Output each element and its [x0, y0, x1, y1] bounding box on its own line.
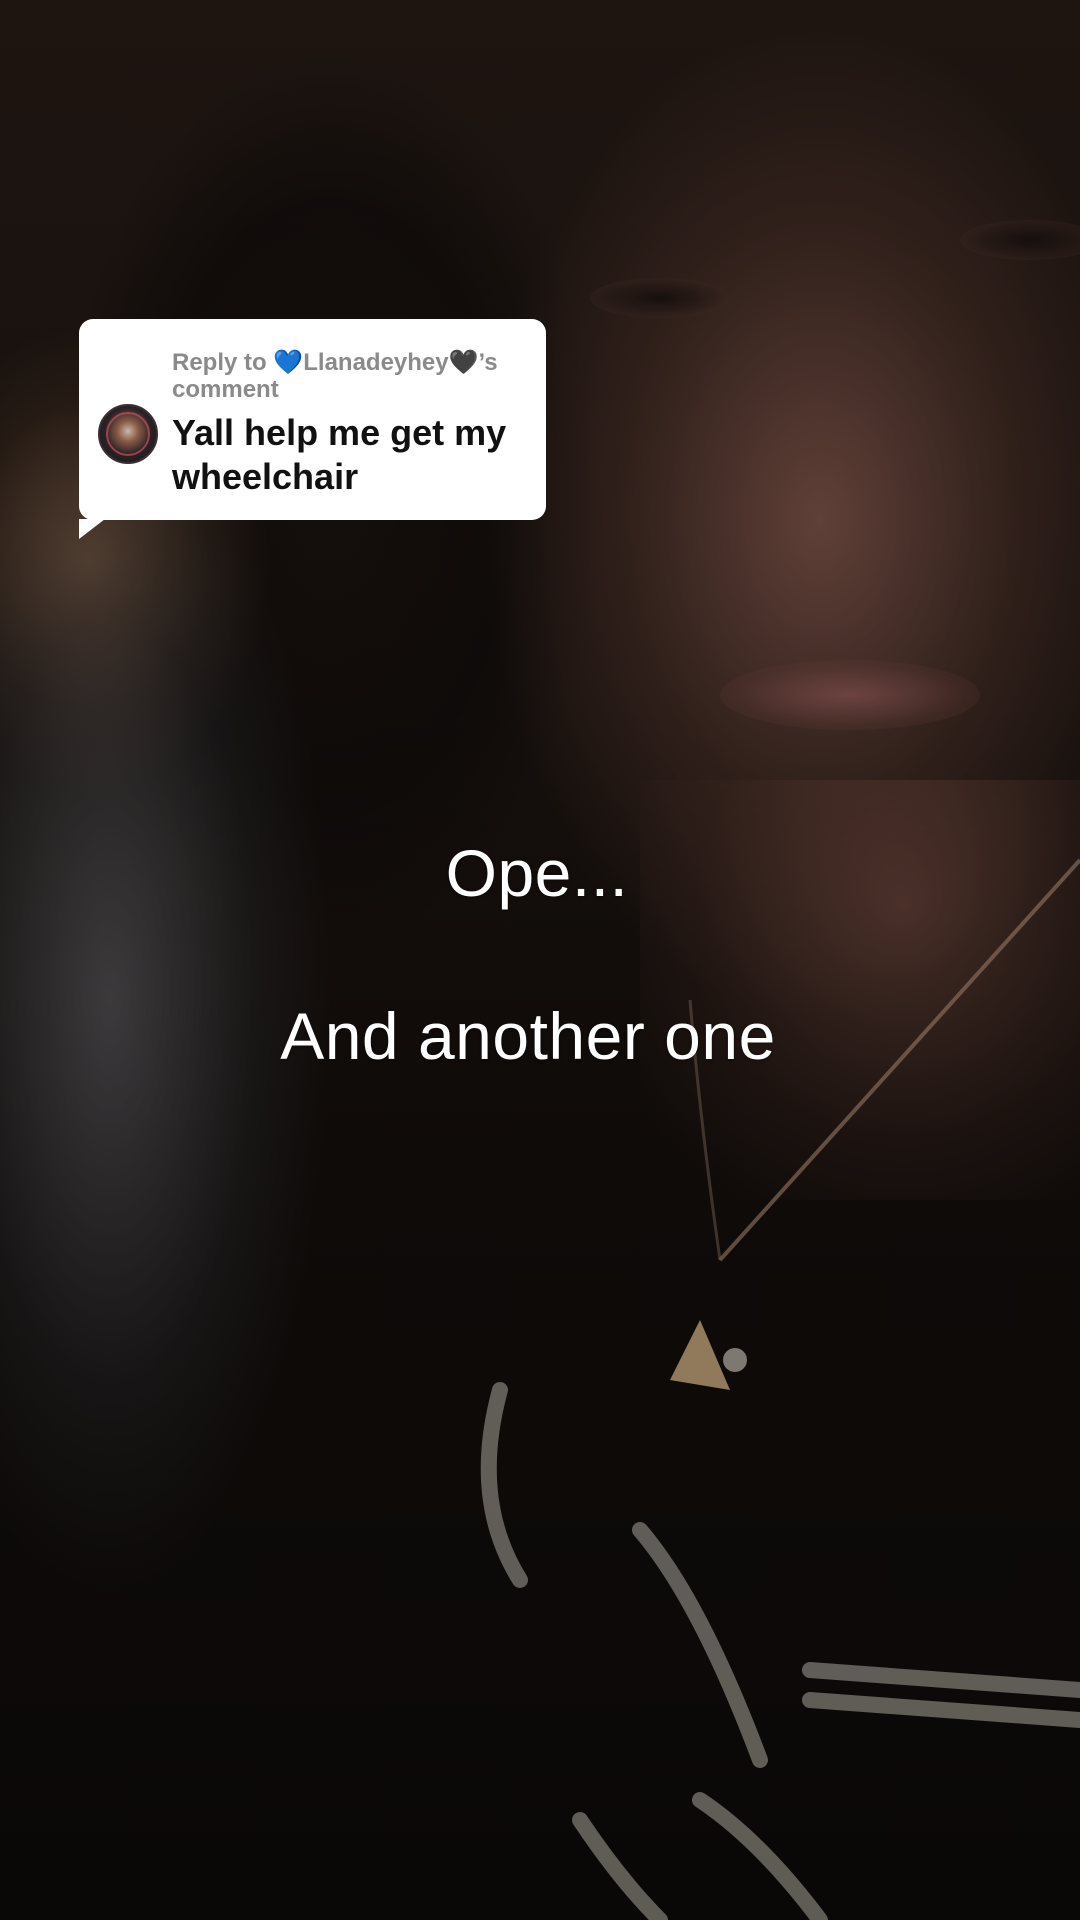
reply-to-label: Reply to 💙Llanadeyhey🖤’s comment [172, 349, 522, 403]
caption-line-2: And another one [280, 999, 776, 1073]
profile-avatar-icon[interactable] [98, 404, 158, 464]
black-heart-icon: 🖤 [448, 349, 479, 376]
avatar-ring [106, 412, 150, 456]
reply-comment-sticker[interactable]: Reply to 💙Llanadeyhey🖤’s comment Yall he… [79, 319, 546, 539]
speech-bubble-tail [79, 519, 105, 539]
reply-username[interactable]: Llanadeyhey [303, 349, 448, 376]
caption-line-1: Ope... [445, 836, 629, 910]
video-background-detail [720, 660, 980, 730]
video-frame[interactable]: Reply to 💙Llanadeyhey🖤’s comment Yall he… [0, 0, 1080, 1920]
reply-comment-text: Yall help me get my wheelchair [172, 412, 507, 497]
video-background-detail [590, 278, 730, 318]
blue-heart-icon: 💙 [273, 349, 304, 376]
reply-prefix: Reply to [172, 349, 274, 376]
